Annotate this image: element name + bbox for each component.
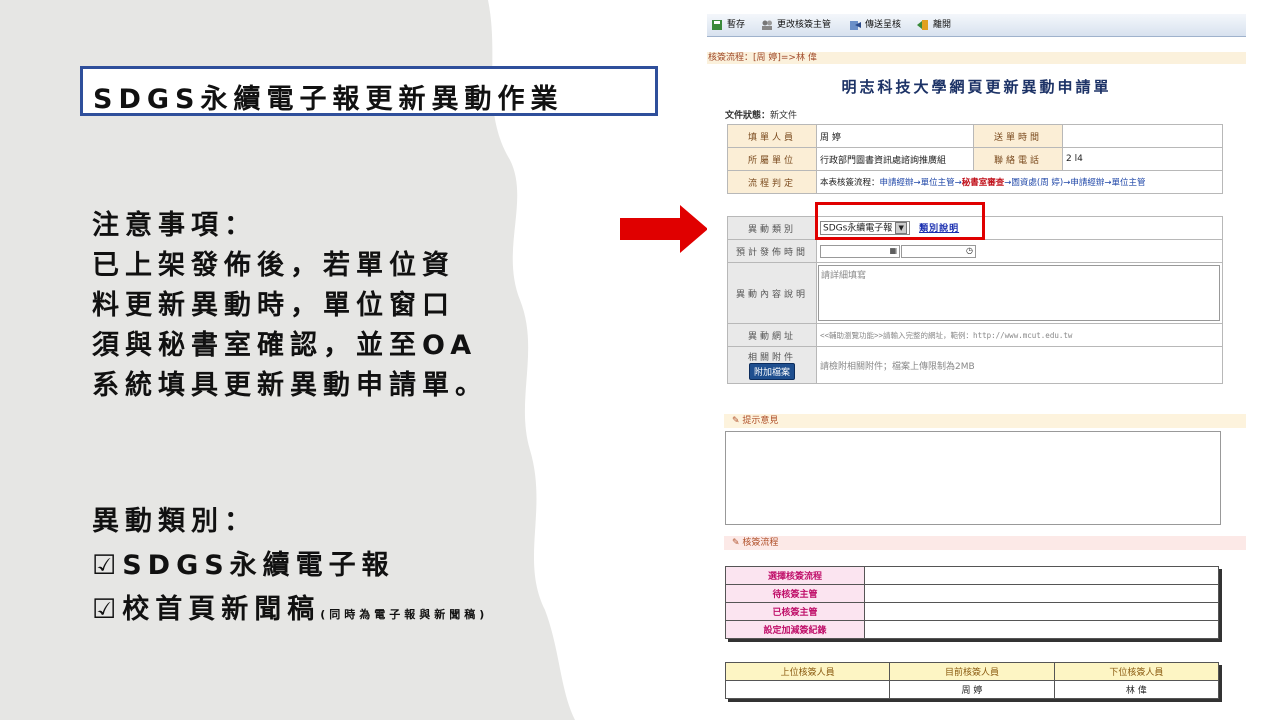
approval-table: 選擇核簽流程 待核簽主管 已核簽主管 設定加減簽紀錄 (725, 566, 1219, 639)
flow-text: 核簽流程：[周 婷]=>林 偉 (708, 53, 817, 63)
content-textarea[interactable]: 請詳細填寫 (818, 265, 1220, 321)
red-arrow-icon (620, 205, 708, 253)
flow-judge-value: 本表核簽流程：申請經辦→單位主管→秘書室審查→圖資處(周 婷)→申請經辦→單位主… (816, 170, 1223, 194)
current-approver-header: 目前核簽人員 (889, 662, 1055, 681)
change-type-label: 異動類別 (727, 216, 817, 240)
approval-row-value (864, 620, 1219, 639)
dept-value: 行政部門圖書資訊處諮詢推廣組 (816, 147, 974, 171)
publish-date-input[interactable]: ▦ (820, 245, 900, 258)
flow-bar: 核簽流程：[周 婷]=>林 偉 (707, 52, 1246, 64)
url-input[interactable]: <<輔助瀏覽功能>>請輸入完整的網址，範例：http://www.mcut.ed… (816, 323, 1223, 347)
prev-approver-header: 上位核簽人員 (724, 662, 891, 681)
publish-time-input[interactable]: ◷ (901, 245, 976, 258)
types-heading: 異動類別： (92, 506, 257, 537)
form-title: 明志科技大學網頁更新異動申請單 (841, 78, 1112, 96)
next-approver: 林 偉 (1053, 680, 1220, 699)
highlight-box (815, 202, 985, 240)
type-item-sdgs: ☑SDGS永續電子報 (92, 550, 395, 581)
slide-title-box: SDGS永續電子報更新異動作業 (80, 66, 658, 116)
pencil-icon: ✎ (732, 538, 743, 548)
opinion-textarea[interactable] (725, 431, 1221, 525)
doc-status: 文件狀態：新文件 (725, 108, 797, 121)
notes-line: 注意事項： (92, 210, 257, 241)
send-approval-label: 傳送呈核 (865, 20, 902, 30)
send-time-label: 送單時間 (973, 124, 1063, 148)
attach-label: 相關附件 (747, 353, 796, 363)
phone-label: 聯絡電話 (973, 147, 1063, 171)
content-label: 異動內容說明 (727, 262, 817, 324)
save-button[interactable]: 暫存 (709, 17, 745, 33)
slide-title: SDGS永續電子報更新異動作業 (93, 84, 564, 115)
approval-section-title: 核簽流程 (742, 538, 779, 548)
notes-line: 系統填具更新異動申請單。 (92, 370, 488, 401)
doc-status-value: 新文件 (770, 111, 798, 121)
opinion-section-header: ✎ 提示意見 (724, 414, 1246, 428)
approval-row-value (864, 602, 1219, 621)
change-approver-button[interactable]: 更改核簽主管 (759, 17, 831, 33)
doc-status-label: 文件狀態： (725, 111, 771, 121)
attach-hint: 請檢附相關附件；檔案上傳限制為2MB (816, 346, 1223, 384)
form-toolbar: 暫存 更改核簽主管 傳送呈核 離開 (707, 14, 1246, 37)
attach-label-cell: 相關附件 附加檔案 (727, 346, 817, 384)
applicant-value: 周 婷 (816, 124, 974, 148)
form-screenshot-panel: 暫存 更改核簽主管 傳送呈核 離開 核簽流程：[周 婷]=>林 偉 明志科技大學… (707, 14, 1246, 720)
prev-approver (724, 680, 891, 699)
calendar-icon: ▦ (889, 246, 897, 255)
applicant-label: 填單人員 (727, 124, 817, 148)
leave-button[interactable]: 離開 (915, 17, 951, 33)
approval-row-value (864, 584, 1219, 603)
next-approver-header: 下位核簽人員 (1053, 662, 1220, 681)
approval-row-label: 待核簽主管 (725, 584, 865, 603)
send-time-value (1062, 124, 1223, 148)
send-icon (850, 21, 861, 30)
flow-prefix: 本表核簽流程： (820, 178, 880, 188)
url-label: 異動網址 (727, 323, 817, 347)
info-table: 填單人員 周 婷 送單時間 所屬單位 行政部門圖書資訊處諮詢推廣組 聯絡電話 2… (727, 124, 1223, 194)
notes-line: 須與秘書室確認，並至OA (92, 330, 478, 361)
approvers-table: 上位核簽人員 目前核簽人員 下位核簽人員 周 婷 林 偉 (724, 662, 1220, 699)
clock-icon: ◷ (966, 246, 973, 255)
type-item-news-label: ☑校首頁新聞稿 (92, 594, 321, 625)
save-label: 暫存 (727, 20, 746, 30)
change-approver-label: 更改核簽主管 (777, 20, 832, 30)
publish-time-cell: ▦ ◷ (816, 239, 1223, 263)
notes-line: 已上架發佈後，若單位資 (92, 250, 455, 281)
people-icon (762, 20, 772, 30)
approval-section-header: ✎ 核簽流程 (724, 536, 1246, 550)
flow-judge-label: 流程判定 (727, 170, 817, 194)
pencil-icon: ✎ (732, 416, 743, 426)
flow-part1: 申請經辦→單位主管→ (879, 178, 962, 188)
flow-part2: 秘書室審查 (961, 178, 1005, 188)
leave-label: 離開 (933, 20, 952, 30)
type-item-news-note: (同時為電子報與新聞稿) (320, 608, 489, 621)
types-block: 異動類別： ☑SDGS永續電子報 ☑校首頁新聞稿(同時為電子報與新聞稿) (92, 500, 488, 637)
approval-row-label: 已核簽主管 (725, 602, 865, 621)
save-icon (712, 20, 722, 30)
phone-value: 2 l4 (1062, 147, 1223, 171)
publish-time-label: 預計發佈時間 (727, 239, 817, 263)
send-approval-button[interactable]: 傳送呈核 (847, 17, 901, 33)
notes-line: 料更新異動時，單位窗口 (92, 290, 455, 321)
change-table: 異動類別 SDGs永續電子報 ▼ 類別說明 預計發佈時間 ▦ ◷ 異動內容說明 … (727, 216, 1223, 384)
flow-part3: →圖資處(周 婷)→申請經辦→單位主管 (1004, 178, 1146, 188)
dept-label: 所屬單位 (727, 147, 817, 171)
type-item-news: ☑校首頁新聞稿(同時為電子報與新聞稿) (92, 588, 488, 637)
content-cell: 請詳細填寫 (816, 262, 1223, 324)
opinion-section-title: 提示意見 (742, 416, 779, 426)
exit-icon (917, 20, 928, 30)
approval-row-label[interactable]: 設定加減簽紀錄 (725, 620, 865, 639)
attach-file-button[interactable]: 附加檔案 (748, 363, 795, 380)
approval-row-value (864, 566, 1219, 585)
notes-block: 注意事項： 已上架發佈後，若單位資 料更新異動時，單位窗口 須與秘書室確認，並至… (92, 206, 488, 406)
current-approver: 周 婷 (889, 680, 1055, 699)
approval-row-label[interactable]: 選擇核簽流程 (725, 566, 865, 585)
